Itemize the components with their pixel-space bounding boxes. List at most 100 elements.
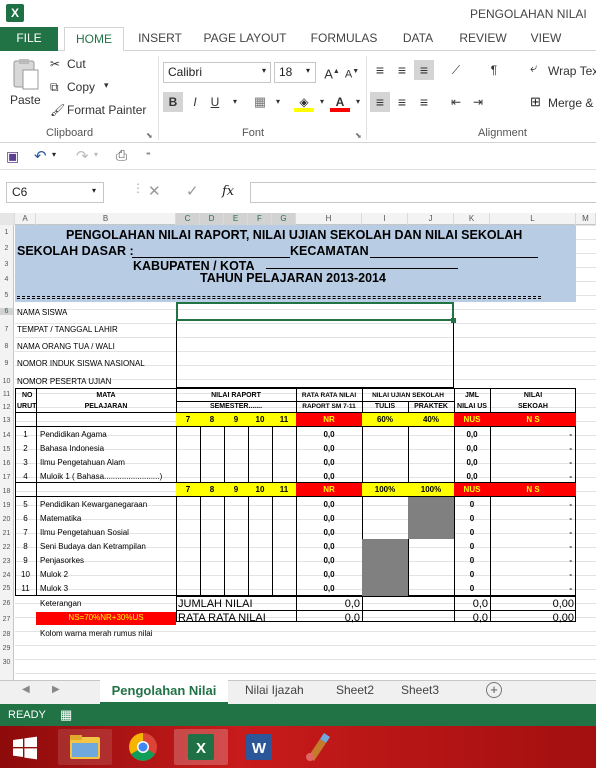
sheet-tab-sheet2[interactable]: Sheet2 [336,683,374,697]
column-header[interactable]: G [272,213,296,225]
enter-icon[interactable]: ✓ [186,182,199,200]
row-header[interactable]: 27 [0,616,14,623]
chevron-down-icon[interactable]: ▾ [225,92,245,112]
cancel-icon[interactable]: ✕ [148,182,161,200]
column-header[interactable]: E [224,213,248,225]
row-header[interactable]: 26 [0,600,14,607]
row-header[interactable]: 6 [0,308,14,315]
align-middle-icon[interactable]: ≡ [392,60,412,80]
font-name-select[interactable]: Calibri [163,62,271,83]
chevron-down-icon[interactable]: ▾ [268,92,288,112]
row-header[interactable]: 16 [0,460,14,467]
borders-icon[interactable]: ▦ [250,92,270,112]
row-header[interactable]: 19 [0,502,14,509]
align-center-icon[interactable]: ≡ [392,92,412,112]
row-header[interactable]: 13 [0,417,14,424]
row-header[interactable]: 12 [0,404,14,411]
chevron-down-icon[interactable]: ▾ [94,150,98,159]
chevron-down-icon[interactable]: ▾ [92,186,96,195]
copy-button[interactable]: Copy [67,80,95,94]
windows-start-icon[interactable] [12,736,38,760]
column-header[interactable]: K [454,213,490,225]
column-header[interactable]: C [176,213,200,225]
underline-button[interactable]: U [205,92,225,112]
row-header[interactable]: 10 [0,378,14,385]
align-bottom-icon[interactable]: ≡ [414,60,434,80]
row-header[interactable]: 4 [0,276,14,283]
increase-indent-icon[interactable]: ⇥ [468,92,488,112]
row-header[interactable]: 22 [0,544,14,551]
select-all-corner[interactable] [0,213,15,225]
row-header[interactable]: 24 [0,572,14,579]
word-taskbar-icon[interactable]: W [232,729,286,765]
tab-insert[interactable]: INSERT [136,27,184,51]
paint-taskbar-icon[interactable] [290,729,344,765]
decrease-indent-icon[interactable]: ⇤ [446,92,466,112]
column-header[interactable]: H [296,213,362,225]
fill-color-icon[interactable]: ◈ [294,92,314,112]
row-header[interactable]: 25 [0,585,14,592]
column-header[interactable]: B [36,213,176,225]
chevron-down-icon[interactable]: ▾ [312,92,332,112]
row-header[interactable]: 20 [0,516,14,523]
italic-button[interactable]: I [185,92,205,112]
column-header[interactable]: I [362,213,408,225]
row-header[interactable]: 1 [0,229,14,236]
tab-formulas[interactable]: FORMULAS [308,27,380,51]
save-icon[interactable]: ▣ [6,148,19,165]
dialog-launcher-icon[interactable]: ⬊ [146,131,153,140]
row-header[interactable]: 21 [0,530,14,537]
next-sheet-icon[interactable]: ▶ [52,684,60,695]
tab-review[interactable]: REVIEW [458,27,508,51]
formula-input[interactable] [250,182,596,203]
tab-page-layout[interactable]: PAGE LAYOUT [202,27,288,51]
row-header[interactable]: 7 [0,326,14,333]
paragraph-icon[interactable]: ¶ [484,60,504,80]
tab-data[interactable]: DATA [397,27,439,51]
excel-taskbar-icon[interactable]: X [174,729,228,765]
row-header[interactable]: 5 [0,292,14,299]
row-header[interactable]: 15 [0,446,14,453]
font-color-icon[interactable]: A [330,92,350,112]
excel-logo-icon[interactable]: X [6,4,24,22]
selected-cell-c6[interactable] [176,302,454,321]
column-header[interactable]: D [200,213,224,225]
column-header[interactable]: M [576,213,596,225]
row-header[interactable]: 3 [0,261,14,268]
align-left-icon[interactable]: ≡ [370,92,390,112]
add-sheet-icon[interactable]: + [486,682,502,698]
chevron-down-icon[interactable]: ▾ [348,92,368,112]
prev-sheet-icon[interactable]: ◀ [22,684,30,695]
wrap-text-button[interactable]: Wrap Text [548,64,596,78]
row-header[interactable]: 17 [0,474,14,481]
column-header[interactable]: F [248,213,272,225]
copy-dropdown-icon[interactable]: ▾ [104,80,109,91]
row-header[interactable]: 30 [0,659,14,666]
print-preview-icon[interactable]: ⎙ [116,147,127,164]
sheet-tab-sheet3[interactable]: Sheet3 [401,683,439,697]
insert-function-icon[interactable]: fx [222,184,234,199]
row-header[interactable]: 29 [0,645,14,652]
dialog-launcher-icon[interactable]: ⬊ [355,131,362,140]
row-header[interactable]: 8 [0,343,14,350]
customize-toolbar-icon[interactable]: ⁼ [146,150,151,161]
column-header[interactable]: J [408,213,454,225]
column-header[interactable]: A [15,213,36,225]
chevron-down-icon[interactable]: ▾ [52,150,56,159]
bold-button[interactable]: B [163,92,183,112]
row-header[interactable]: 2 [0,245,14,252]
tab-file[interactable]: FILE [0,27,58,51]
shrink-font-icon[interactable]: A▼ [342,62,362,82]
orientation-icon[interactable]: ⟋ [446,60,466,80]
align-right-icon[interactable]: ≡ [414,92,434,112]
row-header[interactable]: 9 [0,360,14,367]
tab-view[interactable]: VIEW [526,27,566,51]
macro-record-icon[interactable]: ▦ [60,707,72,723]
align-top-icon[interactable]: ≡ [370,60,390,80]
chrome-icon[interactable] [116,729,170,765]
undo-icon[interactable]: ↶ [34,147,47,165]
tab-home[interactable]: HOME [64,27,124,52]
row-header[interactable]: 14 [0,432,14,439]
file-explorer-icon[interactable] [58,729,112,765]
sheet-tab-pengolahan-nilai[interactable]: Pengolahan Nilai [100,680,228,704]
